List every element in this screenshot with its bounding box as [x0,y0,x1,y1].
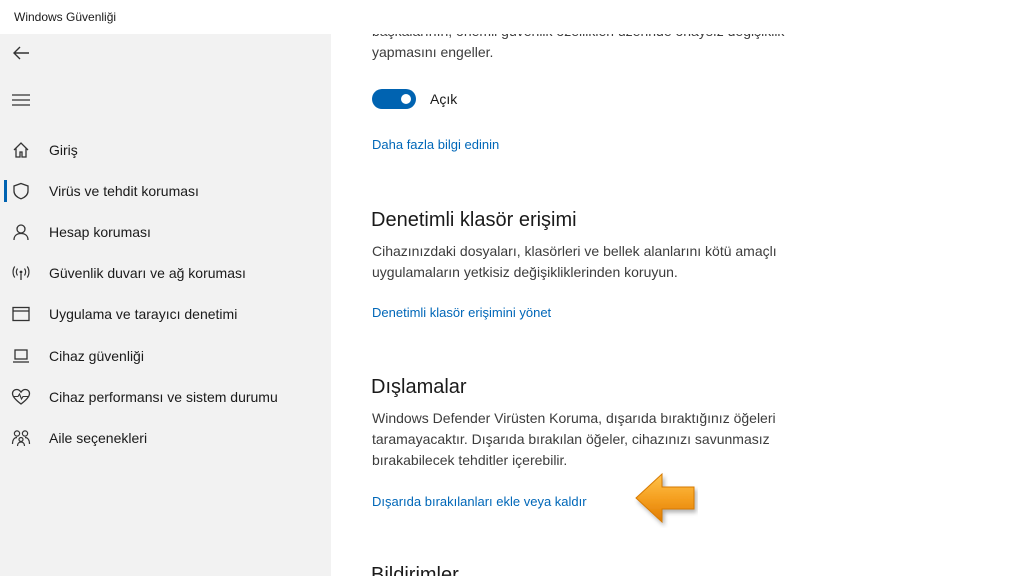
app-title: Windows Güvenliği [14,10,117,24]
shield-icon [11,181,31,201]
home-icon [11,140,31,160]
laptop-icon [11,346,31,366]
description-line: bırakabilecek tehditler içerebilir. [372,452,568,468]
toggle-knob [401,94,411,104]
hamburger-icon [12,94,30,106]
sidebar-item-device-performance[interactable]: Cihaz performansı ve sistem durumu [0,376,331,417]
heart-icon [11,387,31,407]
exclusions-description: Windows Defender Virüsten Koruma, dışarı… [372,408,842,471]
sidebar-item-label: Uygulama ve tarayıcı denetimi [49,306,238,323]
wireless-icon [11,263,31,283]
title-bar: Windows Güvenliği [0,0,1024,34]
description-line: yapmasını engeller. [372,44,494,60]
sidebar-item-label: Giriş [49,141,78,158]
sidebar-item-label: Aile seçenekleri [49,429,148,446]
sidebar: Giriş Virüs ve tehdit koruması Hesap kor… [0,0,331,576]
sidebar-item-firewall[interactable]: Güvenlik duvarı ve ağ koruması [0,253,331,294]
sidebar-item-label: Güvenlik duvarı ve ağ koruması [49,265,246,282]
tamper-protection-description: başkalarının, önemli güvenlik özellikler… [372,34,842,63]
learn-more-link[interactable]: Daha fazla bilgi edinin [372,137,499,152]
sidebar-item-device-security[interactable]: Cihaz güvenliği [0,335,331,376]
controlled-folder-heading: Denetimli klasör erişimi [371,209,577,231]
exclusions-heading: Dışlamalar [371,376,467,398]
description-line: Cihazınızdaki dosyaları, klasörleri ve b… [372,243,777,259]
notifications-heading: Bildirimler [371,564,459,576]
sidebar-item-account-protection[interactable]: Hesap koruması [0,211,331,252]
controlled-folder-description: Cihazınızdaki dosyaları, klasörleri ve b… [372,241,842,283]
description-line: taramayacaktır. Dışarıda bırakılan öğele… [372,431,770,447]
back-button[interactable] [6,38,36,68]
sidebar-nav: Giriş Virüs ve tehdit koruması Hesap kor… [0,129,331,459]
sidebar-item-label: Virüs ve tehdit koruması [49,182,199,199]
tamper-protection-toggle-row: Açık [372,87,457,111]
browser-window-icon [11,304,31,324]
family-icon [11,428,31,448]
windows-security-window: Giriş Virüs ve tehdit koruması Hesap kor… [0,0,1024,576]
back-arrow-icon [13,46,29,60]
description-line: başkalarının, önemli güvenlik özellikler… [372,34,842,42]
person-icon [11,222,31,242]
menu-button[interactable] [6,85,36,115]
sidebar-item-virus-protection[interactable]: Virüs ve tehdit koruması [0,170,331,211]
orange-pointer-arrow-icon [635,472,695,524]
active-indicator [4,180,7,203]
description-line: uygulamaların yetkisiz değişikliklerinde… [372,264,678,280]
sidebar-item-label: Cihaz performansı ve sistem durumu [49,388,278,405]
sidebar-item-family-options[interactable]: Aile seçenekleri [0,417,331,458]
sidebar-item-home[interactable]: Giriş [0,129,331,170]
manage-controlled-folder-link[interactable]: Denetimli klasör erişimini yönet [372,305,551,320]
tamper-protection-toggle[interactable] [372,89,416,109]
sidebar-item-label: Hesap koruması [49,223,151,240]
add-remove-exclusions-link[interactable]: Dışarıda bırakılanları ekle veya kaldır [372,494,587,509]
description-line: Windows Defender Virüsten Koruma, dışarı… [372,410,776,426]
sidebar-item-label: Cihaz güvenliği [49,347,144,364]
toggle-state-label: Açık [430,91,458,107]
sidebar-item-app-browser-control[interactable]: Uygulama ve tarayıcı denetimi [0,294,331,335]
